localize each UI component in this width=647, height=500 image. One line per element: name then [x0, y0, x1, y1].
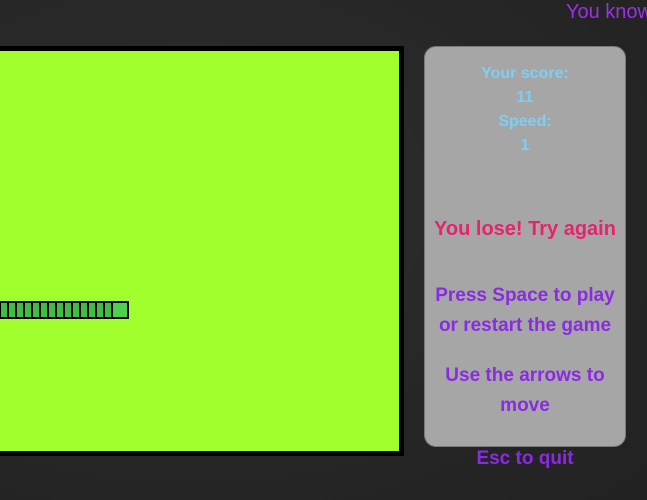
snake-head — [111, 301, 129, 319]
quit-hint: Esc to quit — [476, 448, 574, 469]
snake — [0, 301, 129, 319]
play-instructions: Press Space to play or restart the game — [435, 285, 615, 336]
move-instructions: Use the arrows to move — [445, 365, 605, 416]
game-board[interactable] — [0, 46, 404, 456]
score-value: 11 — [516, 89, 534, 106]
speed-value: 1 — [520, 137, 530, 154]
info-panel: Your score: 11 Speed: 1 You lose! Try ag… — [424, 46, 626, 447]
marquee-text: You know — [566, 1, 647, 23]
lose-message: You lose! Try again — [434, 218, 616, 240]
speed-label: Speed: — [498, 113, 552, 130]
score-label: Your score: — [481, 65, 569, 82]
